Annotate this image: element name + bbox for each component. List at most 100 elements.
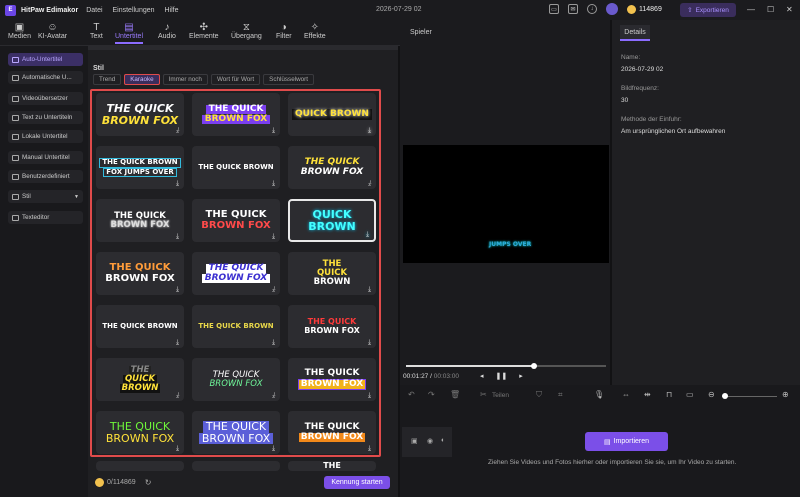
style-card[interactable]: THE QUICK BROWN FOX ⤓ [288,146,376,189]
minimize-icon[interactable]: — [747,5,755,14]
crop-icon[interactable]: ⌗ [558,390,563,400]
style-card[interactable]: THE QUICK BROWN FOX ⤓ [192,252,280,295]
shield-icon[interactable]: ⛉ [536,390,542,400]
style-card-selected[interactable]: QUICK BROWN ⤓ [288,199,376,242]
split-clip-icon[interactable]: ⇹ [644,390,651,399]
close-icon[interactable]: ✕ [786,5,793,14]
next-frame-icon[interactable]: ▸ [519,372,523,380]
download-icon[interactable]: ⤓ [366,180,373,187]
sidebar-item-text-to-subtitle[interactable]: Text zu Untertiteln [8,111,83,124]
style-card[interactable]: THE QUICK BROWN FOX ⤓ [192,358,280,401]
tool-elements[interactable]: ✣ Elemente [189,22,219,40]
style-card[interactable]: THE QUICK BROWN FOX ⤓ [288,411,376,454]
style-card[interactable]: THE QUICK BROWN FOX ⤓ [96,199,184,242]
style-card[interactable]: THE QUICK BROWN ⤓ [192,146,280,189]
style-card[interactable]: THE [288,461,376,471]
sidebar-item-style[interactable]: Stil ▼ [8,190,83,203]
download-icon[interactable]: ⤓ [174,392,181,399]
menu-file[interactable]: Datei [86,7,102,14]
tab-word-by-word[interactable]: Wort für Wort [210,74,261,85]
redo-icon[interactable]: ↷ [428,390,435,399]
style-card[interactable] [96,461,184,471]
sidebar-item-video-translator[interactable]: Videoübersetzer [8,92,83,105]
style-card[interactable]: THE QUICK BROWN ⤓ [192,305,280,348]
style-card[interactable]: THE QUICK BROWN ⤓ [288,252,376,295]
volume-icon[interactable]: ◐ [441,437,445,444]
download-icon[interactable]: ⤓ [366,286,373,293]
zoom-out-icon[interactable]: ⊖ [708,390,715,399]
tab-keyword[interactable]: Schlüsselwort [263,74,315,85]
refresh-icon[interactable]: ↻ [145,478,152,487]
monitor-icon[interactable]: ▭ [549,4,559,14]
download-icon[interactable]: ⤓ [270,339,277,346]
style-card[interactable]: THE QUICK BROWN FOX ⤓ [288,305,376,348]
user-avatar[interactable] [606,3,618,15]
tab-trend[interactable]: Trend [93,74,122,85]
credit-balance[interactable]: 114869 [627,4,662,14]
download-icon[interactable]: ⤓ [270,180,277,187]
sidebar-item-local-subtitle[interactable]: Lokale Untertitel [8,130,83,143]
tool-subtitle[interactable]: ▤ Untertitel [115,22,144,44]
seek-bar[interactable] [406,363,606,369]
microphone-icon[interactable]: 🎙 [594,390,604,399]
sidebar-item-auto-lyrics[interactable]: Automatische U... [8,71,83,84]
visibility-icon[interactable]: ◉ [427,437,433,445]
tool-ai-avatar[interactable]: ☺ KI-Avatar [38,22,67,40]
delete-icon[interactable]: 🗑 [450,390,460,399]
prev-frame-icon[interactable]: ◂ [480,372,484,380]
feedback-icon[interactable]: ✉ [568,4,578,14]
zoom-slider[interactable] [722,393,777,399]
zoom-handle[interactable] [722,393,728,399]
tab-still[interactable]: Immer noch [162,74,208,85]
split-icon[interactable]: ✂ [480,390,487,399]
download-icon[interactable]: ⤓ [270,127,277,134]
caption-toggle-icon[interactable]: ▭ [686,390,694,399]
style-card[interactable]: THE QUICK BROWN ⤓ [96,305,184,348]
tool-filter[interactable]: ◑ Filter [276,22,292,40]
tab-details[interactable]: Details [620,25,650,41]
import-button[interactable]: ▤ Importieren [585,432,668,451]
maximize-icon[interactable]: ☐ [767,5,774,14]
style-card[interactable]: THE QUICK BROWN FOX ⤓ [192,199,280,242]
menu-settings[interactable]: Einstellungen [112,7,154,14]
style-card[interactable]: THE QUICK BROWN FOX ⤓ [288,358,376,401]
download-icon[interactable]: ⤓ [174,233,181,240]
tab-karaoke[interactable]: Karaoke [124,74,160,85]
style-card[interactable]: THE QUICK BROWN FOX ⤓ [96,411,184,454]
split-label[interactable]: Teilen [492,392,509,399]
download-icon[interactable]: ↓ [587,4,597,14]
tool-media[interactable]: ▣ Medien [8,22,31,40]
tool-audio[interactable]: ♪ Audio [158,22,176,40]
download-icon[interactable]: ⤓ [366,339,373,346]
sidebar-item-custom[interactable]: Benutzerdefiniert [8,170,83,183]
download-icon[interactable]: ⤓ [270,445,277,452]
download-icon[interactable]: ⤓ [270,392,277,399]
download-icon[interactable]: ⤓ [174,445,181,452]
video-preview[interactable]: JUMPS OVER [403,145,609,263]
export-button[interactable]: ⇧ Exportieren [680,3,736,17]
pause-icon[interactable]: ❚❚ [496,372,508,380]
zoom-in-icon[interactable]: ⊕ [782,390,789,399]
download-icon[interactable]: ⤓ [366,127,373,134]
start-recognition-button[interactable]: Kennung starten [324,476,390,489]
style-card[interactable]: THE QUICK BROWN FOX ⤓ [96,252,184,295]
download-icon[interactable]: ⤓ [174,286,181,293]
download-icon[interactable]: ⤓ [174,180,181,187]
download-icon[interactable]: ⤓ [270,233,277,240]
magnet-icon[interactable]: ⊓ [666,390,672,399]
download-icon[interactable]: ⤓ [366,445,373,452]
tool-transition[interactable]: ⧖ Übergang [231,22,262,40]
style-card[interactable]: THE QUICK BROWN FOX ⤓ [192,411,280,454]
track-icon[interactable]: ▣ [411,437,418,445]
download-icon[interactable]: ⤓ [364,231,371,238]
style-card[interactable] [192,461,280,471]
style-card[interactable]: THE QUICK BROWN FOX JUMPS OVER ⤓ [96,146,184,189]
sidebar-item-text-editor[interactable]: Texteditor [8,211,83,224]
sidebar-item-manual-subtitle[interactable]: Manual Untertitel [8,151,83,164]
download-icon[interactable]: ⤓ [174,127,181,134]
download-icon[interactable]: ⤓ [366,392,373,399]
menu-help[interactable]: Hilfe [164,7,178,14]
style-card[interactable]: QUICK BROWN ⤓ [288,93,376,136]
style-card[interactable]: THE QUICK BROWN FOX ⤓ [96,93,184,136]
undo-icon[interactable]: ↶ [408,390,415,399]
